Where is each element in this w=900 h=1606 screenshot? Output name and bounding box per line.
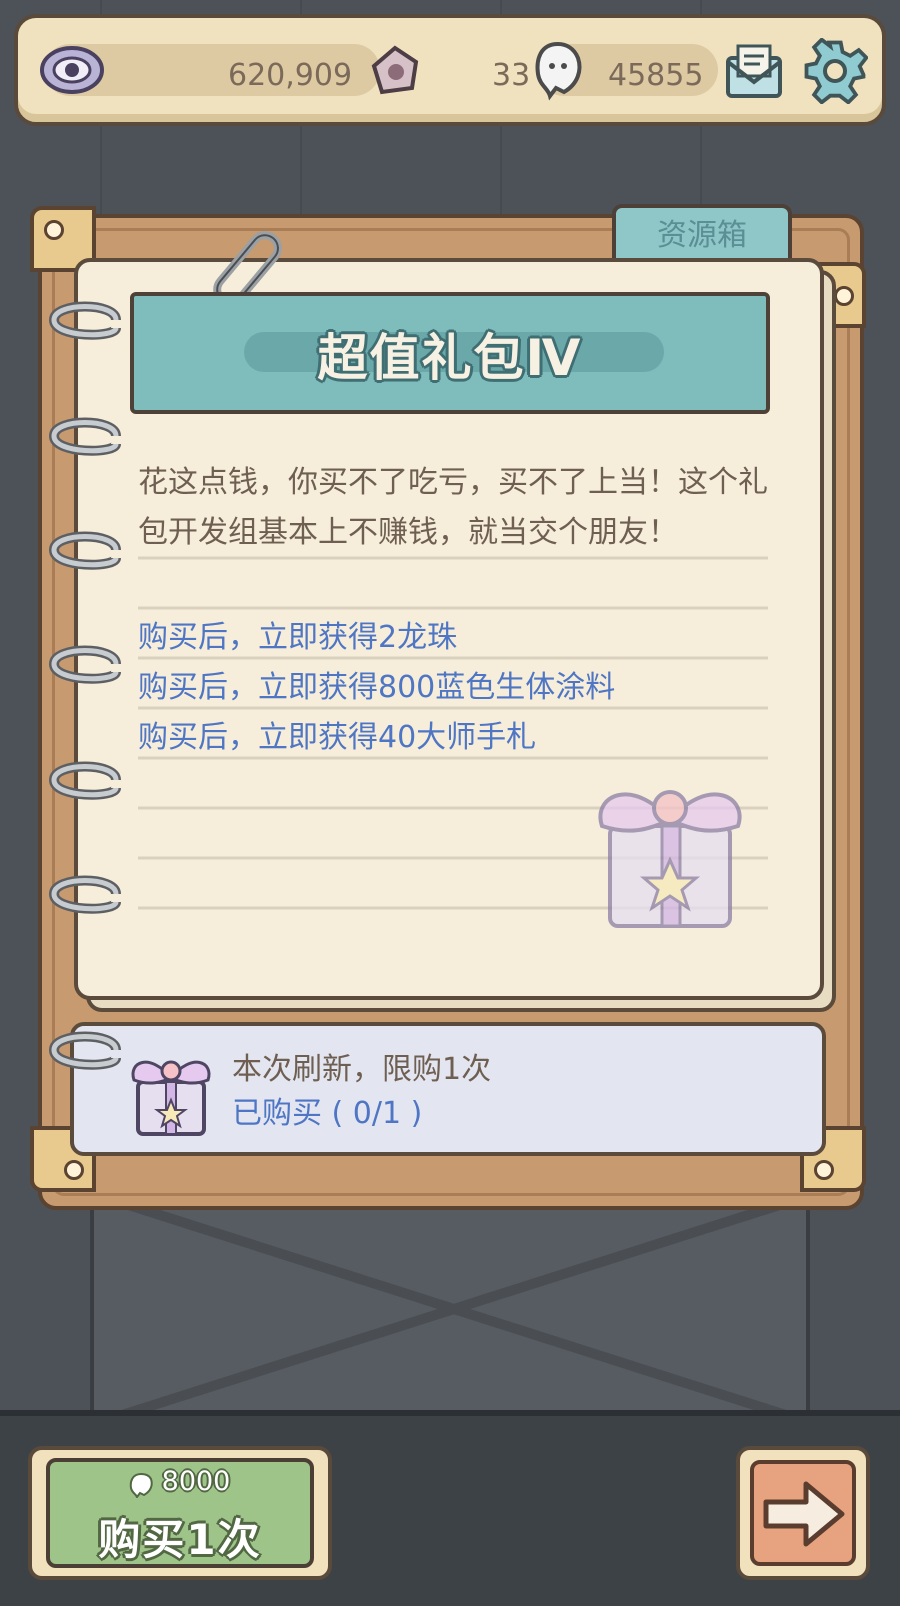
resource-bar: 620,909 33 45855 (14, 14, 886, 126)
settings-button[interactable] (802, 37, 869, 108)
binder-ring (48, 645, 121, 684)
crate-brace (94, 1194, 806, 1416)
purchase-status-card (48, 1022, 826, 1156)
gift-box-icon (598, 790, 742, 928)
coin-icon (371, 45, 419, 95)
ghost-icon (535, 41, 582, 101)
binder-ring (48, 531, 121, 570)
next-button[interactable] (750, 1460, 856, 1566)
reward-line: 购买后，立即获得40大师手札 (138, 720, 537, 755)
reward-line: 购买后，立即获得800蓝色生体涂料 (138, 670, 616, 705)
gift-box-icon (131, 1060, 211, 1136)
background-crate (90, 1190, 810, 1420)
purchase-count-text: 已购买 ( 0/1 ) (232, 1096, 423, 1131)
coin-currency-value: 33 (492, 58, 531, 93)
eye-icon (40, 46, 104, 94)
reward-line: 购买后，立即获得2龙珠 (138, 620, 458, 655)
buy-price: 8000 (161, 1466, 231, 1497)
binder-ring (48, 761, 121, 800)
purchase-limit-text: 本次刷新，限购1次 (232, 1052, 492, 1087)
mail-icon (726, 44, 782, 98)
binder-ring (48, 1031, 121, 1070)
buy-once-button[interactable]: 8000 购买1次 (46, 1458, 314, 1568)
gear-icon (804, 37, 869, 105)
binder-ring (48, 417, 121, 456)
pack-title-banner: 超值礼包Ⅳ (130, 292, 770, 414)
pack-description: 花这点钱，你买不了吃亏，买不了上当！这个礼包开发组基本上不赚钱，就当交个朋友！ (138, 465, 768, 550)
binder-ring (48, 875, 121, 914)
eye-currency-value: 620,909 (228, 58, 353, 93)
binder-ring (48, 301, 121, 340)
bolt (814, 1160, 834, 1180)
arrow-right-icon (763, 1481, 845, 1547)
bolt (64, 1160, 84, 1180)
pack-title: 超值礼包Ⅳ (317, 329, 583, 387)
bolt (44, 220, 64, 240)
buy-label: 购买1次 (98, 1515, 262, 1564)
ghost-currency-value: 45855 (608, 58, 704, 93)
mail-button[interactable] (722, 40, 784, 106)
bolt (834, 286, 854, 306)
